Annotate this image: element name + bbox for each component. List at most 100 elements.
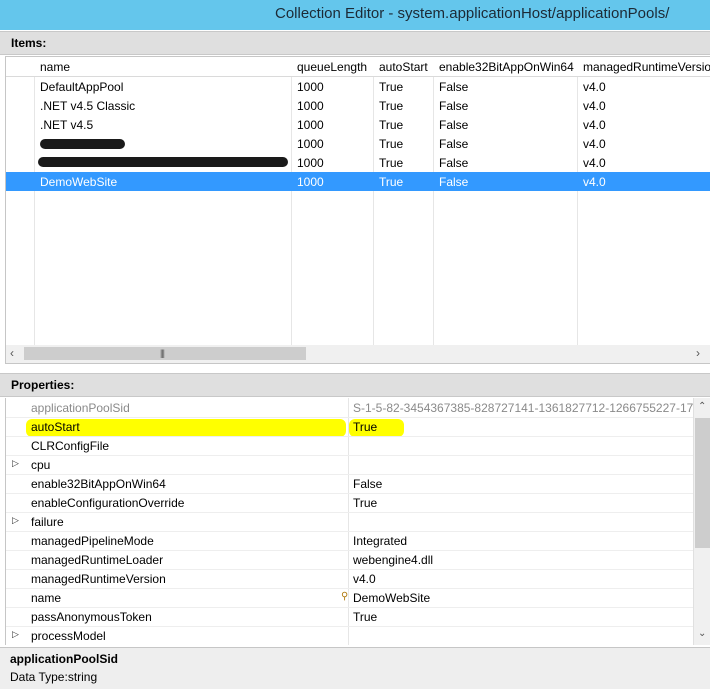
property-value[interactable]: DemoWebSite [353, 591, 430, 605]
scroll-right-icon[interactable]: › [696, 346, 700, 360]
window-title: Collection Editor - system.applicationHo… [275, 5, 670, 22]
redaction-scribble [40, 139, 125, 149]
cell-enable32: False [439, 175, 469, 189]
cell-name: DefaultAppPool [40, 80, 124, 94]
cell-queuelength: 1000 [297, 99, 324, 113]
property-name: autoStart [31, 420, 80, 434]
property-name: passAnonymousToken [31, 610, 152, 624]
expand-arrow-icon[interactable]: ▷ [12, 458, 19, 469]
property-row-passanonymoustoken[interactable]: passAnonymousToken True [6, 607, 694, 627]
horizontal-scrollbar[interactable]: ‹ ||| › [5, 345, 710, 364]
cell-queuelength: 1000 [297, 137, 324, 151]
cell-runtime: v4.0 [583, 175, 606, 189]
property-row-enable32[interactable]: enable32BitAppOnWin64 False [6, 474, 694, 494]
property-name: name [31, 591, 62, 605]
property-name: managedRuntimeVersion [31, 572, 166, 586]
property-name: enable32BitAppOnWin64 [31, 477, 166, 491]
property-name: cpu [31, 458, 51, 472]
table-row-selected[interactable]: DemoWebSite 1000 True False v4.0 [6, 172, 710, 191]
table-row[interactable]: .NET v4.5 1000 True False v4.0 [6, 115, 710, 134]
cell-autostart: True [379, 99, 404, 113]
key-icon: ⚲ [341, 591, 349, 602]
property-row-managedruntimeversion[interactable]: managedRuntimeVersion v4.0 [6, 569, 694, 589]
cell-enable32: False [439, 156, 469, 170]
properties-section-header: Properties: [0, 373, 710, 397]
cell-name: .NET v4.5 [40, 118, 94, 132]
cell-queuelength: 1000 [297, 80, 324, 94]
cell-name: DemoWebSite [40, 175, 118, 189]
items-header-label: Items: [11, 36, 47, 50]
cell-autostart: True [379, 80, 404, 94]
items-section-header: Items: [0, 31, 710, 55]
property-row-name[interactable]: name ⚲ DemoWebSite [6, 588, 694, 608]
title-bar: Collection Editor - system.applicationHo… [0, 0, 710, 30]
property-name: CLRConfigFile [31, 439, 110, 453]
grid-header-row: name queueLength autoStart enable32BitAp… [6, 57, 710, 77]
property-row-autostart[interactable]: autoStart True [6, 417, 694, 437]
cell-queuelength: 1000 [297, 118, 324, 132]
description-text: Data Type:string [10, 670, 98, 684]
cell-autostart: True [379, 156, 404, 170]
property-value: S-1-5-82-3454367385-828727141-1361827712… [353, 401, 710, 415]
table-row[interactable]: DefaultAppPool 1000 True False v4.0 [6, 77, 710, 96]
property-value[interactable]: v4.0 [353, 572, 376, 586]
items-grid[interactable]: name queueLength autoStart enable32BitAp… [5, 56, 710, 347]
property-name: failure [31, 515, 64, 529]
scroll-grip-icon: ||| [160, 348, 165, 358]
property-row-cpu[interactable]: ▷ cpu [6, 455, 694, 475]
cell-enable32: False [439, 80, 469, 94]
property-name: managedRuntimeLoader [31, 553, 164, 567]
cell-autostart: True [379, 175, 404, 189]
properties-header-label: Properties: [11, 378, 75, 392]
property-name: enableConfigurationOverride [31, 496, 185, 510]
property-row-managedruntimeloader[interactable]: managedRuntimeLoader webengine4.dll [6, 550, 694, 570]
expand-arrow-icon[interactable]: ▷ [12, 515, 19, 526]
property-name: applicationPoolSid [31, 401, 130, 415]
cell-name: .NET v4.5 Classic [40, 99, 136, 113]
properties-grid[interactable]: applicationPoolSid S-1-5-82-3454367385-8… [5, 398, 710, 645]
property-value[interactable]: True [353, 610, 377, 624]
column-header-queuelength[interactable]: queueLength [297, 60, 367, 74]
scroll-up-icon[interactable]: ⌃ [698, 401, 706, 412]
cell-enable32: False [439, 137, 469, 151]
scroll-thumb[interactable] [695, 418, 710, 548]
scroll-thumb[interactable] [24, 347, 306, 360]
table-row[interactable]: 1000 True False v4.0 [6, 153, 710, 172]
cell-runtime: v4.0 [583, 80, 606, 94]
vertical-scrollbar[interactable]: ⌃ ⌄ [693, 398, 710, 645]
property-row-clrconfigfile[interactable]: CLRConfigFile [6, 436, 694, 456]
property-row-applicationpoolsid[interactable]: applicationPoolSid S-1-5-82-3454367385-8… [6, 398, 710, 418]
cell-autostart: True [379, 137, 404, 151]
column-header-autostart[interactable]: autoStart [379, 60, 428, 74]
column-header-runtime[interactable]: managedRuntimeVersion [583, 60, 710, 74]
cell-runtime: v4.0 [583, 118, 606, 132]
table-row[interactable]: 1000 True False v4.0 [6, 134, 710, 153]
cell-runtime: v4.0 [583, 156, 606, 170]
table-row[interactable]: .NET v4.5 Classic 1000 True False v4.0 [6, 96, 710, 115]
property-name: processModel [31, 629, 106, 643]
cell-enable32: False [439, 118, 469, 132]
redaction-scribble [38, 157, 288, 167]
column-header-enable32[interactable]: enable32BitAppOnWin64 [439, 60, 574, 74]
cell-enable32: False [439, 99, 469, 113]
property-value[interactable]: True [353, 496, 377, 510]
scroll-left-icon[interactable]: ‹ [10, 346, 14, 360]
cell-queuelength: 1000 [297, 175, 324, 189]
column-header-name[interactable]: name [40, 60, 70, 74]
cell-runtime: v4.0 [583, 137, 606, 151]
property-name: managedPipelineMode [31, 534, 154, 548]
property-value[interactable]: webengine4.dll [353, 553, 433, 567]
property-value[interactable]: Integrated [353, 534, 407, 548]
cell-queuelength: 1000 [297, 156, 324, 170]
cell-autostart: True [379, 118, 404, 132]
property-row-managedpipelinemode[interactable]: managedPipelineMode Integrated [6, 531, 694, 551]
property-value[interactable]: False [353, 477, 382, 491]
property-row-failure[interactable]: ▷ failure [6, 512, 694, 532]
property-row-enableconfigurationoverride[interactable]: enableConfigurationOverride True [6, 493, 694, 513]
description-title: applicationPoolSid [10, 652, 119, 666]
property-value[interactable]: True [353, 420, 377, 434]
expand-arrow-icon[interactable]: ▷ [12, 629, 19, 640]
cell-runtime: v4.0 [583, 99, 606, 113]
scroll-down-icon[interactable]: ⌄ [698, 628, 706, 639]
property-row-processmodel[interactable]: ▷ processModel [6, 626, 694, 645]
